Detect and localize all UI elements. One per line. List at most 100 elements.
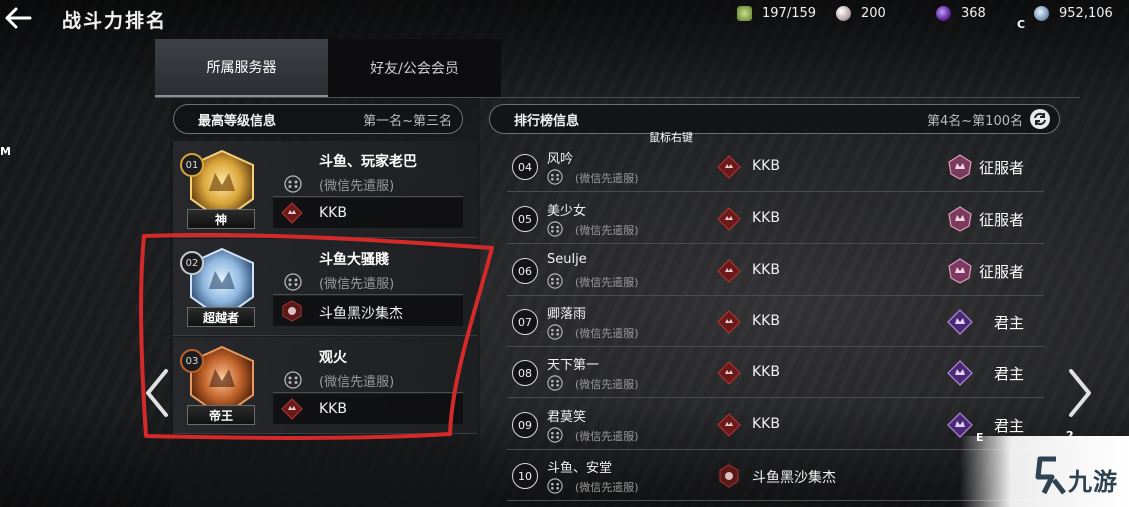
- player-name: 风吟: [547, 152, 574, 167]
- player-name: Seulje: [547, 252, 587, 267]
- tier-label: 征服者: [979, 159, 1025, 177]
- rank-number: 03: [180, 349, 204, 373]
- pearl-value: 200: [861, 5, 886, 21]
- tab-server[interactable]: 所属服务器: [155, 39, 328, 97]
- energy-counter: 197/159: [737, 4, 816, 22]
- conqueror-tier-icon: [948, 206, 972, 232]
- guild-emblem-icon: [281, 398, 303, 420]
- server-name: (微信先遣服): [575, 276, 639, 289]
- server-name: (微信先遣服): [575, 327, 639, 340]
- server-name: (微信先遣服): [319, 277, 395, 292]
- server-name: (微信先遣服): [575, 430, 639, 443]
- guild-emblem-icon: [717, 361, 741, 385]
- top-section-header: 最高等级信息 第一名~第三名: [173, 104, 463, 134]
- gem-value: 368: [961, 5, 986, 21]
- rank-number: 08: [512, 360, 538, 386]
- server-name: (微信先遣服): [575, 378, 639, 391]
- ranking-section-title: 排行榜信息: [514, 113, 580, 129]
- divider: [273, 392, 463, 393]
- ranking-section-range: 第4名~第100名: [927, 113, 1023, 129]
- guild-emblem-icon: [717, 310, 741, 334]
- top-rank-row-3[interactable]: 03 帝王 观火 (微信先遣服) KKB: [173, 337, 477, 434]
- rank-number: 05: [512, 206, 538, 232]
- server-name: (微信先遣服): [575, 224, 639, 237]
- server-name: (微信先遣服): [575, 172, 639, 185]
- guild-emblem-icon: [717, 413, 741, 437]
- pearl-icon: [836, 5, 851, 21]
- server-icon: [284, 371, 302, 389]
- rank-number: 06: [512, 258, 538, 284]
- rank-number: 07: [512, 309, 538, 335]
- top-section-range: 第一名~第三名: [363, 113, 452, 129]
- server-icon: [547, 221, 563, 237]
- silver-icon: [1034, 5, 1049, 21]
- top-rank-row-2[interactable]: 02 超越者 斗鱼大骚賤 (微信先遣服) 斗鱼黑沙集杰: [173, 239, 477, 336]
- gem-icon: [936, 5, 951, 21]
- hotkey-hint-m: M: [0, 145, 11, 158]
- guild-emblem-icon: [719, 464, 739, 488]
- gem-counter: 368: [936, 4, 986, 22]
- server-name: (微信先遣服): [319, 375, 395, 390]
- rank-row-07[interactable]: 07 卿落雨 (微信先遣服) KKB 君主: [507, 297, 1044, 347]
- rank-title-plate: 神: [187, 209, 255, 229]
- tier-label: 君主: [994, 417, 1025, 435]
- top-rank-row-1[interactable]: 01 神 斗鱼、玩家老巴 (微信先遣服) KKB: [173, 141, 477, 238]
- refresh-icon[interactable]: [1029, 108, 1051, 130]
- guild-name: KKB: [752, 364, 780, 380]
- top-bar: 战斗力排名 197/159 200 368 952,106: [0, 0, 1129, 38]
- lord-tier-icon: [947, 412, 973, 438]
- guild-name: KKB: [752, 416, 780, 432]
- ranking-section-header: 排行榜信息 第4名~第100名: [489, 104, 1060, 134]
- player-name: 天下第一: [547, 358, 600, 373]
- silver-value: 952,106: [1059, 5, 1113, 21]
- lord-tier-icon: [947, 309, 973, 335]
- rank-number: 09: [512, 412, 538, 438]
- jiuyou-logo-icon: [1035, 456, 1066, 495]
- tier-label: 征服者: [979, 211, 1025, 229]
- rank-row-04[interactable]: 04 风吟 (微信先遣服) KKB 征服者: [507, 142, 1044, 192]
- conqueror-tier-icon: [948, 154, 972, 180]
- rank-row-08[interactable]: 08 天下第一 (微信先遣服) KKB 君主: [507, 348, 1044, 398]
- rank-number: 10: [512, 463, 538, 489]
- player-name: 斗鱼、安堂: [547, 461, 613, 476]
- rank-row-06[interactable]: 06 Seulje (微信先遣服) KKB 征服者: [507, 246, 1044, 296]
- server-icon: [547, 478, 563, 494]
- guild-emblem-icon: [282, 300, 302, 322]
- rank-number: 04: [512, 154, 538, 180]
- previous-page-arrow-icon[interactable]: [140, 365, 174, 421]
- guild-name: KKB: [752, 313, 780, 329]
- tier-label: 君主: [994, 314, 1025, 332]
- player-name: 观火: [319, 350, 347, 366]
- guild-name: 斗鱼黑沙集杰: [319, 306, 403, 322]
- page-title: 战斗力排名: [62, 10, 168, 32]
- guild-emblem-icon: [717, 259, 741, 283]
- guild-name: KKB: [319, 401, 347, 417]
- server-icon: [547, 273, 563, 289]
- server-icon: [284, 175, 302, 193]
- energy-value: 197/159: [762, 5, 817, 21]
- tier-label: 征服者: [979, 263, 1025, 281]
- lord-tier-icon: [947, 360, 973, 386]
- rank-row-05[interactable]: 05 美少女 (微信先遣服) KKB 征服者: [507, 194, 1044, 244]
- guild-emblem-icon: [717, 155, 741, 179]
- guild-name: KKB: [752, 262, 780, 278]
- rank-number: 02: [180, 251, 204, 275]
- conqueror-tier-icon: [948, 258, 972, 284]
- guild-name: KKB: [752, 158, 780, 174]
- energy-icon: [737, 5, 752, 21]
- player-name: 美少女: [547, 204, 587, 219]
- tab-friends-guild[interactable]: 好友/公会会员: [328, 39, 501, 97]
- hotkey-hint-c: C: [1017, 18, 1026, 31]
- watermark-text: 九游: [1068, 468, 1118, 496]
- silver-counter: 952,106: [1034, 4, 1113, 22]
- server-icon: [547, 324, 563, 340]
- tier-label: 君主: [994, 365, 1025, 383]
- server-name: (微信先遣服): [575, 481, 639, 494]
- back-arrow-icon[interactable]: [2, 2, 34, 34]
- next-page-arrow-icon[interactable]: [1063, 365, 1097, 421]
- divider: [273, 294, 463, 295]
- player-name: 斗鱼、玩家老巴: [319, 154, 417, 170]
- pearl-counter: 200: [836, 4, 886, 22]
- rank-number: 01: [180, 153, 204, 177]
- guild-name: 斗鱼黑沙集杰: [752, 470, 836, 486]
